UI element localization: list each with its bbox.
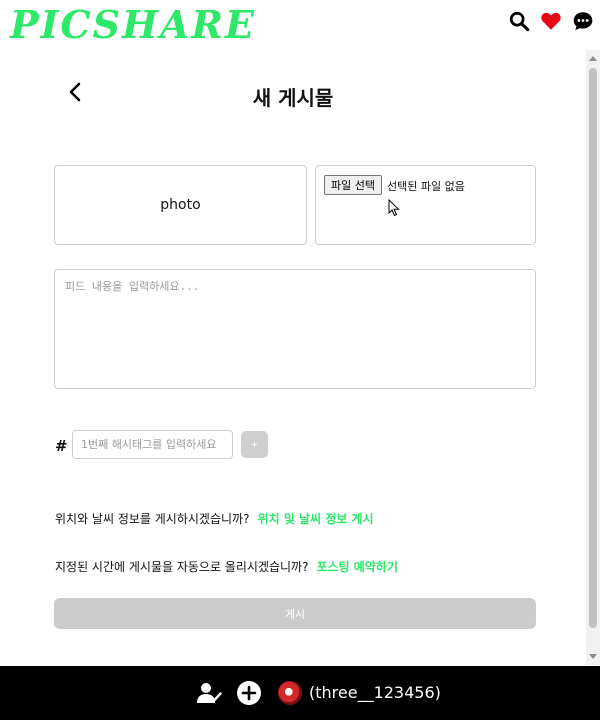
location-weather-question: 위치와 날씨 정보를 게시하시겠습니까?: [55, 512, 250, 526]
bottom-nav: (three__123456): [0, 666, 600, 720]
choose-file-button[interactable]: 파일 선택: [324, 175, 382, 195]
scroll-up-arrow[interactable]: [589, 56, 597, 61]
mouse-cursor-icon: [388, 199, 400, 217]
heart-icon[interactable]: [540, 10, 562, 32]
photo-preview: photo: [54, 165, 307, 245]
chat-icon[interactable]: [572, 10, 594, 32]
scroll-thumb[interactable]: [589, 68, 597, 628]
hashtag-symbol: #: [55, 437, 68, 455]
hashtag-input[interactable]: [72, 430, 233, 459]
schedule-row: 지정된 시간에 게시물을 자동으로 올리시겠습니까? 포스팅 예약하기: [55, 558, 398, 575]
user-check-icon[interactable]: [196, 680, 222, 706]
top-header: PICSHARE: [0, 0, 600, 50]
schedule-post-link[interactable]: 포스팅 예약하기: [316, 558, 397, 575]
app-logo[interactable]: PICSHARE: [10, 2, 256, 47]
new-post-form: 새 게시물 photo 파일 선택 선택된 파일 없음 # + 위치와 날씨 정…: [0, 50, 586, 665]
page-title: 새 게시물: [252, 86, 334, 110]
location-weather-link[interactable]: 위치 및 날씨 정보 게시: [257, 510, 373, 527]
add-circle-icon[interactable]: [236, 680, 262, 706]
add-hashtag-button[interactable]: +: [241, 431, 268, 458]
post-button[interactable]: 게시: [54, 598, 536, 629]
scroll-down-arrow[interactable]: [589, 654, 597, 659]
search-icon[interactable]: [508, 10, 530, 32]
photo-label: photo: [160, 197, 201, 213]
scrollbar[interactable]: [586, 50, 600, 665]
feed-content-input[interactable]: [54, 269, 536, 389]
location-weather-row: 위치와 날씨 정보를 게시하시겠습니까? 위치 및 날씨 정보 게시: [55, 510, 374, 527]
file-status: 선택된 파일 없음: [387, 180, 465, 193]
header-actions: [508, 10, 594, 32]
file-upload-box: 파일 선택 선택된 파일 없음: [315, 165, 536, 245]
schedule-question: 지정된 시간에 게시물을 자동으로 올리시겠습니까?: [55, 560, 309, 574]
username[interactable]: (three__123456): [309, 683, 441, 702]
avatar[interactable]: [278, 681, 302, 705]
